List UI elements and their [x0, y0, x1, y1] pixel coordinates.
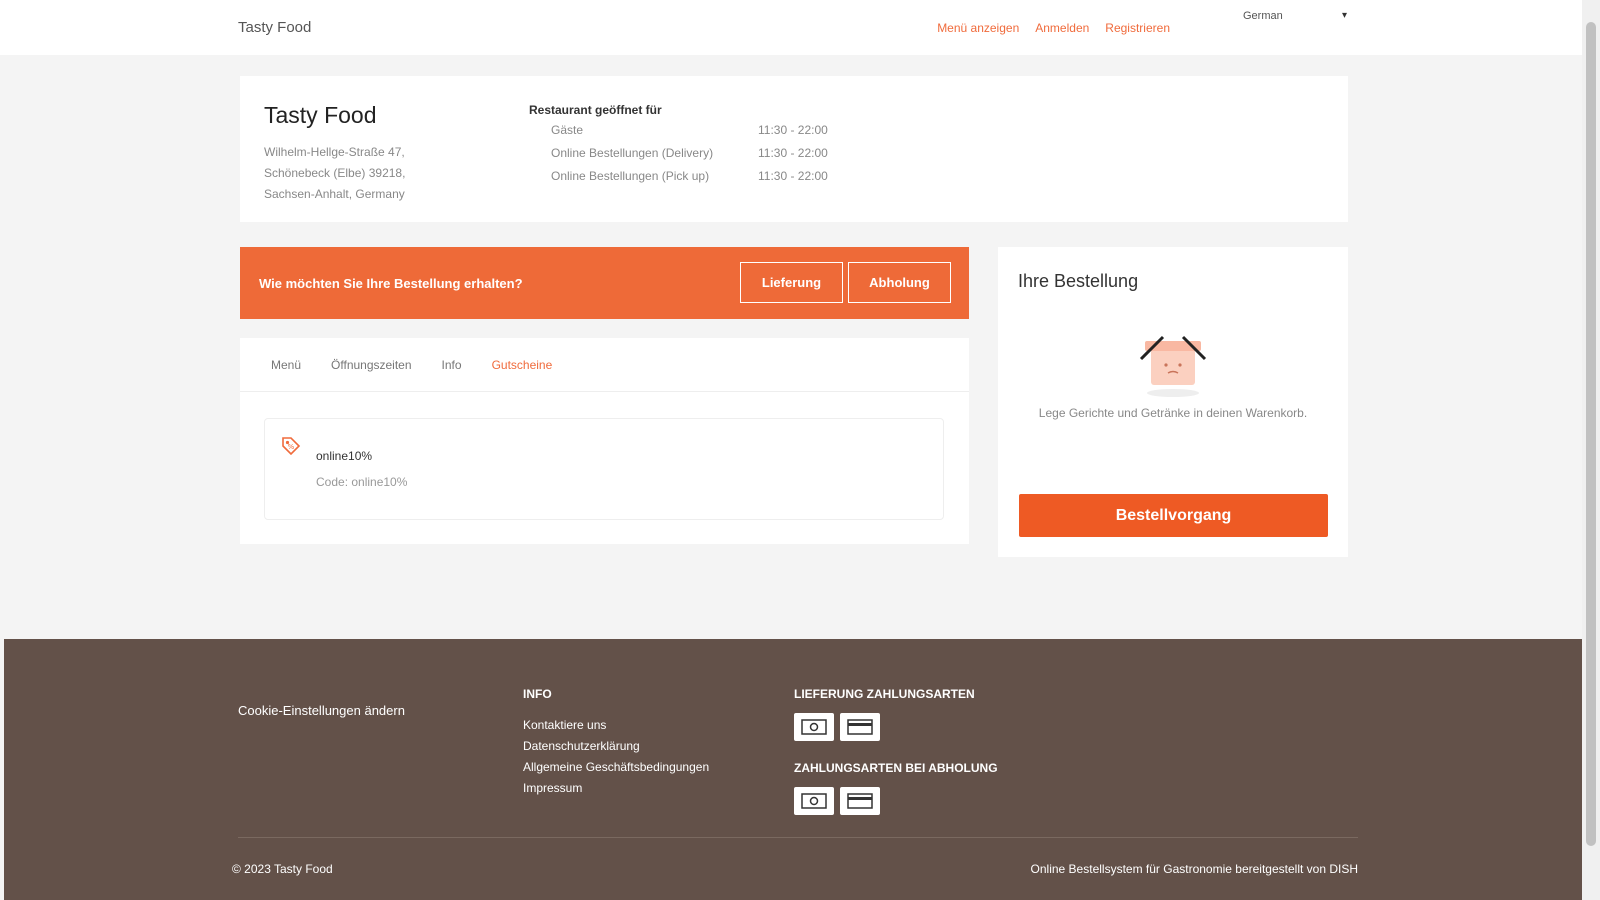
- language-value: German: [1243, 10, 1283, 22]
- hours-title: Restaurant geöffnet für: [529, 103, 662, 117]
- hours-row: Online Bestellungen (Pick up) 11:30 - 22…: [529, 169, 828, 192]
- privacy-link[interactable]: Datenschutzerklärung: [523, 736, 709, 757]
- brand-name[interactable]: Tasty Food: [238, 19, 311, 36]
- svg-text:%: %: [288, 443, 295, 451]
- tag-icon: %: [280, 435, 302, 457]
- menu-tabs-card: Menü Öffnungszeiten Info Gutscheine % on…: [240, 338, 969, 544]
- pickup-payment-heading: ZAHLUNGSARTEN BEI ABHOLUNG: [794, 761, 998, 775]
- pickup-payment-icons: [794, 787, 998, 815]
- restaurant-info-card: Tasty Food Wilhelm-Hellge-Straße 47, Sch…: [240, 76, 1348, 222]
- footer: Cookie-Einstellungen ändern INFO Kontakt…: [4, 639, 1582, 900]
- hours-label: Online Bestellungen (Pick up): [551, 169, 710, 183]
- nav-login-link[interactable]: Anmelden: [1035, 21, 1089, 35]
- top-nav: Menü anzeigen Anmelden Registrieren: [937, 21, 1170, 35]
- page-scrollbar[interactable]: [1582, 0, 1600, 900]
- cash-icon: [794, 713, 834, 741]
- checkout-button[interactable]: Bestellvorgang: [1019, 494, 1328, 537]
- footer-payment: LIEFERUNG ZAHLUNGSARTEN ZAHLUNGSARTEN BE…: [794, 687, 998, 835]
- address-line: Schönebeck (Elbe) 39218,: [264, 166, 406, 180]
- coupon-card[interactable]: % online10% Code: online10%: [264, 418, 944, 520]
- hours-row: Online Bestellungen (Delivery) 11:30 - 2…: [529, 146, 828, 169]
- delivery-payment-icons: [794, 713, 998, 741]
- address-line: Wilhelm-Hellge-Straße 47,: [264, 145, 405, 159]
- language-select[interactable]: German ▾: [1243, 10, 1347, 22]
- delivery-button[interactable]: Lieferung: [740, 262, 843, 303]
- hours-label: Online Bestellungen (Delivery): [551, 146, 714, 160]
- footer-divider: [238, 837, 1358, 838]
- cash-icon: [794, 787, 834, 815]
- card-icon: [840, 713, 880, 741]
- empty-box-icon: [1133, 327, 1213, 399]
- cart-empty-text: Lege Gerichte und Getränke in deinen War…: [1038, 406, 1308, 420]
- tab-bar: Menü Öffnungszeiten Info Gutscheine: [240, 338, 969, 392]
- cookie-settings-link[interactable]: Cookie-Einstellungen ändern: [238, 703, 405, 718]
- top-navbar: Tasty Food Menü anzeigen Anmelden Regist…: [0, 0, 1582, 55]
- hours-row: Gäste 11:30 - 22:00: [529, 123, 828, 146]
- order-cart-card: Ihre Bestellung Lege Gerichte und Geträn…: [998, 247, 1348, 557]
- footer-info: INFO Kontaktiere uns Datenschutzerklärun…: [523, 687, 709, 799]
- terms-link[interactable]: Allgemeine Geschäftsbedingungen: [523, 757, 709, 778]
- coupon-name: online10%: [316, 449, 373, 463]
- cart-title: Ihre Bestellung: [1018, 271, 1139, 291]
- contact-link[interactable]: Kontaktiere uns: [523, 715, 709, 736]
- tab-info[interactable]: Info: [442, 358, 462, 372]
- tab-vouchers[interactable]: Gutscheine: [492, 358, 553, 372]
- nav-register-link[interactable]: Registrieren: [1105, 21, 1170, 35]
- hours-time: 11:30 - 22:00: [758, 146, 828, 160]
- tab-menu[interactable]: Menü: [271, 358, 301, 372]
- nav-show-menu-link[interactable]: Menü anzeigen: [937, 21, 1019, 35]
- delivery-payment-heading: LIEFERUNG ZAHLUNGSARTEN: [794, 687, 975, 701]
- hours-label: Gäste: [551, 123, 584, 137]
- footer-info-heading: INFO: [523, 687, 552, 701]
- tab-opening-hours[interactable]: Öffnungszeiten: [331, 358, 412, 372]
- order-type-bar: Wie möchten Sie Ihre Bestellung erhalten…: [240, 247, 969, 319]
- hours-time: 11:30 - 22:00: [758, 123, 828, 137]
- restaurant-name: Tasty Food: [264, 102, 377, 128]
- scrollbar-thumb[interactable]: [1586, 22, 1596, 846]
- pickup-button[interactable]: Abholung: [848, 262, 951, 303]
- copyright: © 2023 Tasty Food: [232, 862, 333, 876]
- coupon-code: Code: online10%: [316, 475, 408, 489]
- hours-time: 11:30 - 22:00: [758, 169, 828, 183]
- card-icon: [840, 787, 880, 815]
- chevron-down-icon: ▾: [1341, 10, 1347, 21]
- imprint-link[interactable]: Impressum: [523, 778, 709, 799]
- opening-hours: Restaurant geöffnet für Gäste 11:30 - 22…: [529, 103, 828, 192]
- restaurant-address: Wilhelm-Hellge-Straße 47, Schönebeck (El…: [264, 142, 405, 205]
- order-type-question: Wie möchten Sie Ihre Bestellung erhalten…: [259, 276, 523, 291]
- address-line: Sachsen-Anhalt, Germany: [264, 187, 405, 201]
- powered-by-link[interactable]: Online Bestellsystem für Gastronomie ber…: [1031, 862, 1358, 876]
